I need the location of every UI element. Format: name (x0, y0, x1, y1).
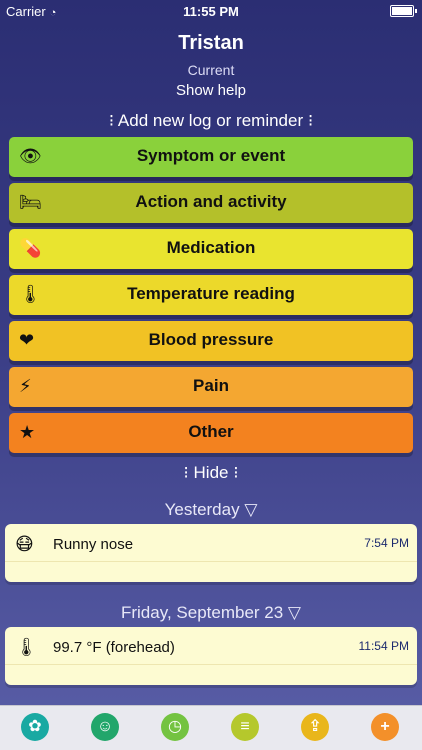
log-entry-text: 99.7 °F (forehead) (53, 639, 175, 656)
category-button[interactable]: 🛏 Action and activity (9, 183, 413, 223)
log-entry-footer (5, 561, 417, 582)
pill-icon: 💊 (19, 238, 42, 258)
clock: 11:55 PM (183, 4, 239, 19)
category-label: Pain (193, 376, 229, 395)
log-entry[interactable]: 😷 Runny nose 7:54 PM (5, 524, 417, 582)
heart-icon: ❤ (19, 330, 35, 350)
day-header[interactable]: Friday, September 23 ▽ (0, 603, 422, 623)
log-entry-text: Runny nose (53, 536, 134, 553)
add-icon[interactable]: + (371, 713, 399, 741)
category-label: Other (188, 422, 234, 441)
log-entry[interactable]: 🌡 99.7 °F (forehead) 11:54 PM (5, 627, 417, 685)
log-entry-time: 7:54 PM (364, 536, 409, 550)
share-icon[interactable]: ⇪ (301, 713, 329, 741)
hide-toggle[interactable]: ⁝ Hide ⁝ (0, 463, 422, 483)
thermometer-icon: 🌡 (19, 284, 42, 304)
category-button[interactable]: ★ Other (9, 413, 413, 453)
mask-face-icon: 😷 (15, 534, 34, 554)
category-button[interactable]: 🌡 Temperature reading (9, 275, 413, 315)
star-icon: ★ (19, 422, 36, 442)
log-entry-time: 11:54 PM (358, 639, 409, 653)
category-button[interactable]: ⚡ Pain (9, 367, 413, 407)
category-label: Medication (166, 238, 256, 257)
page-title: Tristan (178, 32, 244, 54)
history-clock-icon[interactable]: ◷ (161, 713, 189, 741)
category-label: Blood pressure (148, 330, 274, 349)
show-help-link[interactable]: Show help (0, 82, 422, 99)
category-button[interactable]: 💊 Medication (9, 229, 413, 269)
category-button[interactable]: ❤ Blood pressure (9, 321, 413, 361)
category-label: Temperature reading (127, 284, 295, 303)
battery-icon (390, 5, 417, 17)
sprout-icon[interactable]: ✿ (21, 713, 49, 741)
status-bar: Carrier ◔ 11:55 PM (0, 0, 422, 22)
category-label: Symptom or event (136, 146, 286, 165)
filter-icon[interactable]: ≡ (231, 713, 259, 741)
log-entry-footer (5, 664, 417, 685)
eye-icon: 👁 (19, 146, 42, 166)
thermometer-icon: 🌡 (15, 637, 38, 657)
page-subtitle: Current (187, 62, 235, 78)
bed-icon: 🛏 (19, 192, 42, 212)
category-label: Action and activity (135, 192, 287, 211)
add-new-toggle[interactable]: ⁝ Add new log or reminder ⁝ (0, 111, 422, 131)
lightning-icon: ⚡ (19, 376, 32, 396)
category-button[interactable]: 👁 Symptom or event (9, 137, 413, 177)
day-header[interactable]: Yesterday ▽ (0, 500, 422, 520)
group-icon[interactable]: ☺ (91, 713, 119, 741)
tab-bar: ✿ ☺ ◷ ≡ ⇪ + (0, 705, 422, 750)
